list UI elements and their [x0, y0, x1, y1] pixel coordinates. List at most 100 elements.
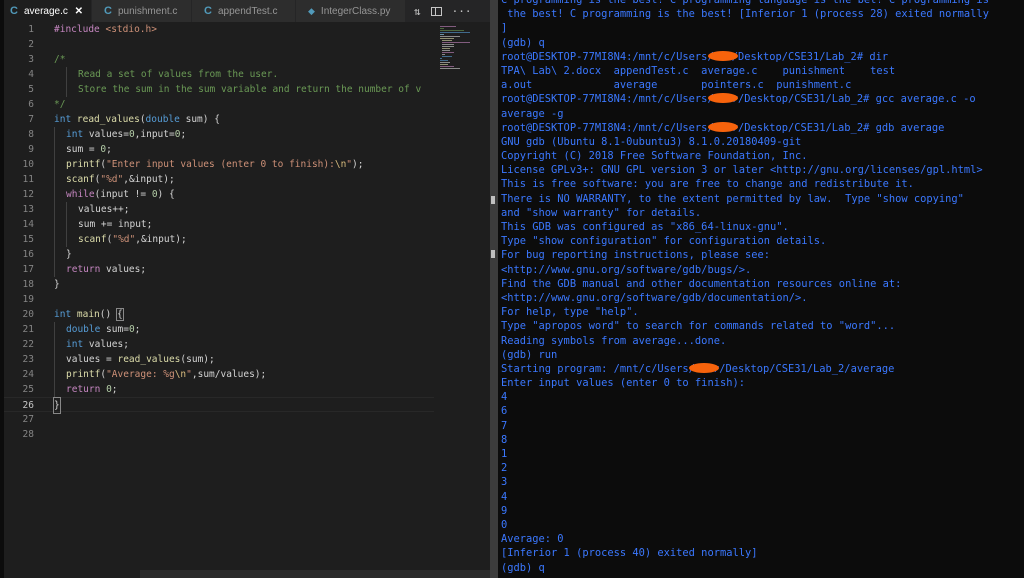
code-line: 17 return values; [4, 262, 434, 277]
minimap-line [442, 44, 454, 45]
minimap-line [440, 60, 448, 61]
code-token: return [66, 384, 101, 395]
code-line: 3 /* [4, 52, 434, 67]
code-token: Read a set of values from the user. [78, 69, 279, 80]
c-file-icon: C [204, 5, 212, 17]
code-line-current: 26} [4, 397, 434, 414]
code-line: 7 int read_values(double sum) { [4, 112, 434, 127]
close-icon[interactable]: ✕ [75, 6, 83, 17]
code-token: scanf [66, 174, 95, 185]
line-number: 27 [22, 414, 34, 425]
terminal-text: root@DESKTOP-77MI8N4:/mnt/c/Users/ [501, 50, 714, 63]
terminal-line: Copyright (C) 2018 Free Software Foundat… [501, 150, 808, 163]
code-area[interactable]: 1 #include <stdio.h> 2 3 /* 4 Read a set of… [4, 22, 434, 578]
terminal-text: /Desktop/CSE31/Lab_2# dir [731, 50, 889, 63]
code-line: 28 [4, 427, 434, 442]
code-line: 15 scanf("%d",&input); [4, 232, 434, 247]
line-number: 5 [28, 84, 34, 95]
code-token: values = [66, 354, 118, 365]
code-line: 9 sum = 0; [4, 142, 434, 157]
redaction-scribble [707, 121, 738, 132]
minimap-line [442, 50, 450, 51]
terminal-line: This GDB was configured as "x86_64-linux… [501, 221, 789, 233]
minimap-line [440, 30, 464, 31]
code-editor: C average.c ✕ C punishment.c C appendTes… [4, 0, 499, 578]
code-token: scanf [78, 234, 107, 245]
code-token: while [66, 189, 95, 200]
minimap-line [440, 34, 444, 35]
code-token: double [66, 324, 101, 335]
open-changes-icon[interactable]: ⇅ [414, 5, 421, 18]
code-token: int [54, 309, 72, 320]
code-token: /* [54, 54, 66, 65]
code-token: values; [100, 264, 147, 275]
redaction-scribble [707, 50, 738, 61]
terminal-text: root@DESKTOP-77MI8N4:/mnt/c/Users/ [501, 121, 714, 134]
terminal-line: This is free software: you are free to c… [501, 178, 914, 191]
terminal-scrollbar[interactable] [490, 0, 498, 578]
tab-label: IntegerClass.py [320, 5, 391, 17]
code-token: ,&input); [123, 174, 175, 185]
matching-bracket: } [53, 397, 61, 414]
tab-label: punishment.c [117, 5, 178, 17]
code-token: read_values [117, 354, 181, 365]
terminal-line: There is NO WARRANTY, to the extent perm… [501, 192, 964, 205]
code-token: ; [106, 144, 112, 155]
code-token: "%d" [100, 174, 124, 185]
tab-appendtest-c[interactable]: C appendTest.c [192, 0, 296, 22]
code-token: values; [83, 339, 129, 350]
code-line: 21 double sum=0; [4, 322, 434, 337]
code-token: "Average: %g [106, 369, 175, 380]
line-number: 6 [28, 99, 34, 110]
minimap[interactable] [436, 22, 492, 578]
code-token: "%d" [112, 234, 136, 245]
terminal-line: Average: 0 [501, 533, 564, 546]
code-token: ,input= [134, 129, 175, 140]
line-number: 7 [28, 114, 34, 125]
code-line: 20 int main() { [4, 307, 434, 322]
minimap-line [440, 64, 448, 65]
code-token: ; [180, 129, 187, 140]
tab-label: average.c [23, 5, 68, 17]
tab-punishment-c[interactable]: C punishment.c [92, 0, 192, 22]
code-line: 13 values++; [4, 202, 434, 217]
scroll-mark [491, 250, 495, 258]
code-token: #include [54, 24, 100, 35]
code-line: 16} [4, 247, 434, 262]
terminal-line: root@DESKTOP-77MI8N4:/mnt/c/Users/r/Desk… [501, 121, 1024, 135]
code-token: int [66, 129, 84, 140]
minimap-line [440, 28, 444, 29]
terminal-text: root@DESKTOP-77MI8N4:/mnt/c/Users/ [501, 93, 714, 106]
terminal-line: root@DESKTOP-77MI8N4:/mnt/c/Users/ /Deskt… [501, 50, 1024, 64]
code-token: int [54, 114, 72, 125]
more-actions-icon[interactable]: ··· [452, 5, 472, 18]
split-editor-icon[interactable] [430, 6, 442, 16]
tab-integerclass-py[interactable]: ◆ IntegerClass.py [296, 0, 406, 22]
redaction-scribble [688, 362, 719, 373]
terminal-line: 1 [501, 448, 508, 460]
code-token: return [66, 264, 101, 275]
minimap-line [442, 52, 454, 53]
code-line: 19 [4, 292, 434, 307]
code-line: 4 Read a set of values from the user. [4, 67, 434, 82]
line-number: 16 [22, 249, 34, 260]
line-number: 23 [22, 354, 34, 365]
editor-actions: ⇅ ··· [414, 0, 472, 22]
code-token: "Enter input values (enter 0 to finish): [106, 159, 335, 170]
tab-average-c[interactable]: C average.c ✕ [4, 0, 92, 22]
code-token: sum= [100, 324, 129, 335]
code-token: (input != [94, 189, 152, 200]
minimap-line [442, 40, 452, 41]
code-line: 14 sum += input; [4, 217, 434, 232]
editor-horizontal-scrollbar[interactable] [140, 570, 498, 578]
code-token: printf [66, 369, 101, 380]
code-token: () [99, 309, 117, 320]
code-line: 6 */ [4, 97, 434, 112]
code-token: ,sum/values); [191, 369, 267, 380]
terminal-line: For help, type "help". [501, 306, 639, 319]
minimap-line [442, 54, 445, 55]
line-number: 19 [22, 294, 34, 305]
terminal-line: Type "apropos word" to search for comman… [501, 320, 896, 333]
terminal-window[interactable]: C programming is the best! C programming… [490, 0, 1024, 578]
code-token: */ [54, 99, 66, 110]
